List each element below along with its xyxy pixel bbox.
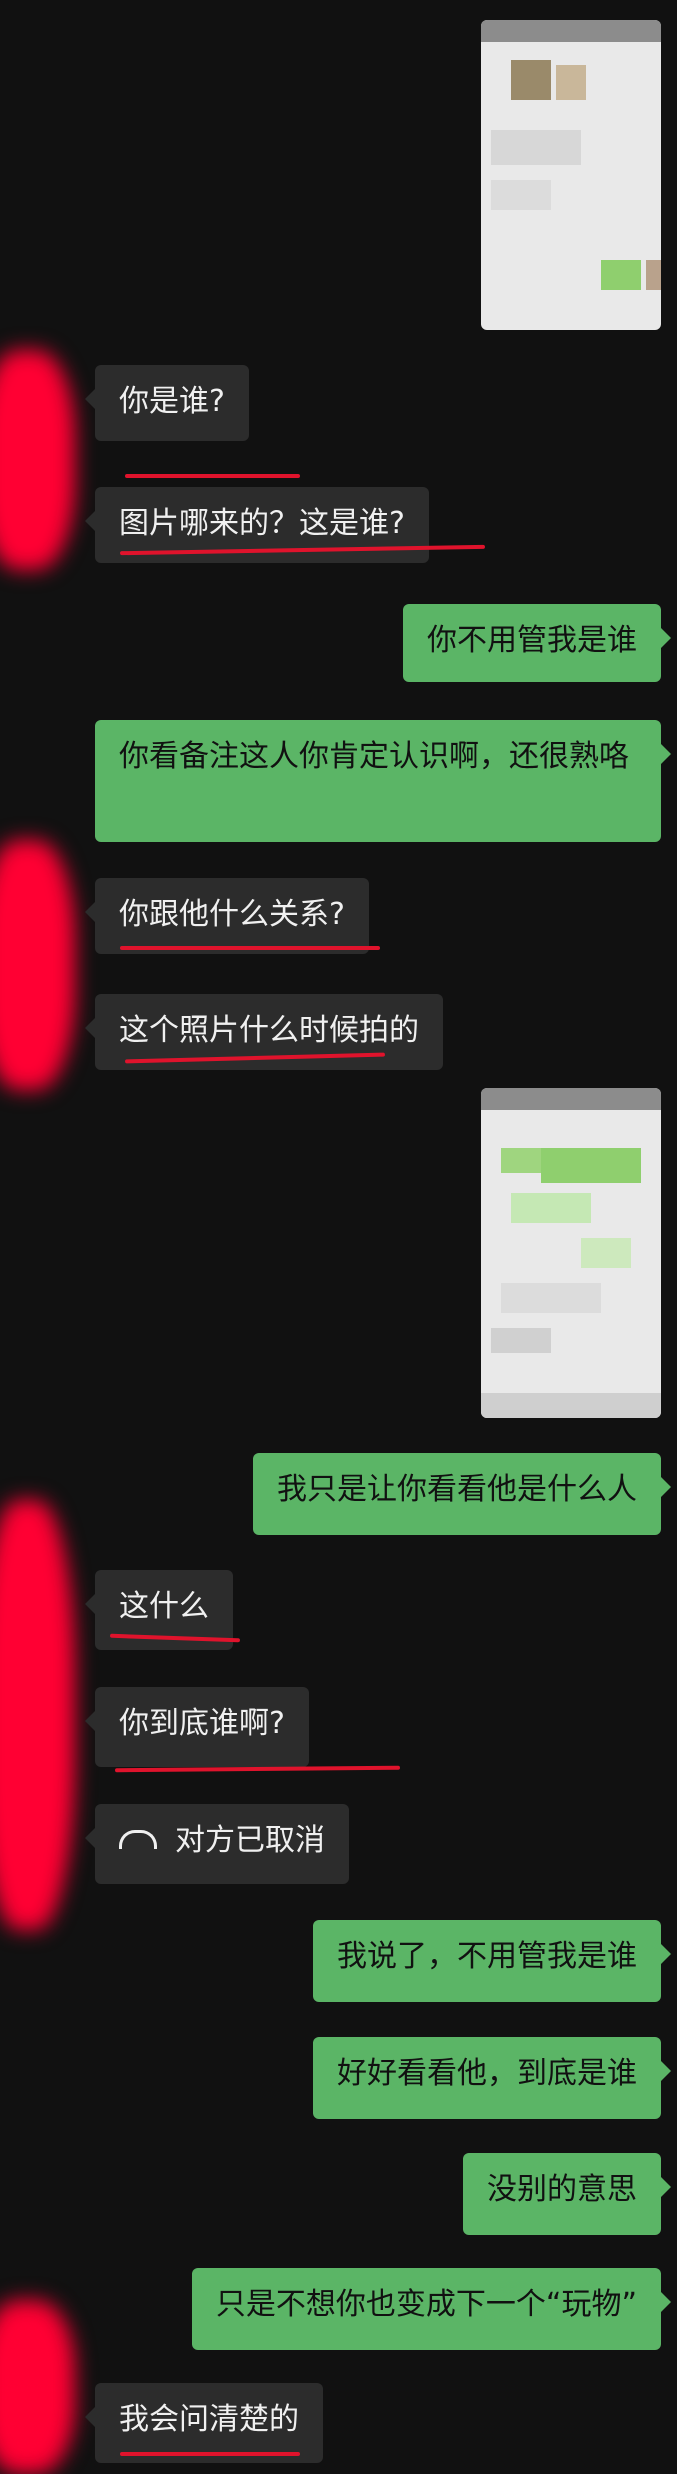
message-bubble[interactable]: 好好看看他，到底是谁	[313, 2037, 671, 2119]
call-record[interactable]: 对方已取消	[85, 1804, 349, 1884]
message-bubble[interactable]: 只是不想你也变成下一个“玩物”	[191, 2268, 672, 2350]
annotation-underline	[125, 474, 300, 478]
message-text: 我会问清楚的	[119, 2402, 299, 2437]
screenshot-image[interactable]	[481, 1088, 661, 1418]
message-bubble[interactable]: 你到底谁啊?	[85, 1687, 309, 1767]
avatar[interactable]	[0, 2300, 75, 2474]
message-bubble[interactable]: 你看备注这人你肯定认识啊，还很熟咯	[95, 720, 671, 842]
message-text: 我只是让你看看他是什么人	[277, 1472, 637, 1507]
annotation-underline	[120, 946, 380, 950]
message-bubble[interactable]: 没别的意思	[463, 2153, 671, 2235]
chat-area: 你是谁? 图片哪来的？这是谁? 你不用管我是谁 你看备注这人你肯定认识啊，还很熟…	[0, 0, 677, 2474]
message-text: 你跟他什么关系?	[119, 897, 345, 932]
message-text: 我说了，不用管我是谁	[337, 1939, 637, 1974]
avatar[interactable]	[0, 840, 75, 1090]
phone-hangup-icon	[119, 1830, 157, 1849]
message-text: 没别的意思	[487, 2172, 637, 2207]
message-text: 你到底谁啊?	[119, 1706, 285, 1741]
message-text: 这个照片什么时候拍的	[119, 1013, 419, 1048]
call-status-text: 对方已取消	[175, 1823, 325, 1858]
message-bubble[interactable]: 你是谁?	[85, 365, 249, 441]
message-bubble[interactable]: 我说了，不用管我是谁	[313, 1920, 671, 2002]
message-text: 这什么	[119, 1589, 209, 1624]
message-bubble[interactable]: 你跟他什么关系?	[85, 878, 369, 954]
annotation-underline	[120, 2452, 300, 2456]
message-text: 只是不想你也变成下一个“玩物”	[215, 2287, 637, 2322]
message-bubble[interactable]: 你不用管我是谁	[403, 604, 671, 682]
avatar[interactable]	[0, 350, 75, 570]
message-text: 好好看看他，到底是谁	[337, 2056, 637, 2091]
message-bubble[interactable]: 我只是让你看看他是什么人	[253, 1453, 671, 1535]
message-text: 你看备注这人你肯定认识啊，还很熟咯	[119, 739, 629, 774]
message-bubble[interactable]: 我会问清楚的	[85, 2383, 323, 2463]
message-text: 图片哪来的？这是谁?	[119, 506, 405, 541]
screenshot-image[interactable]	[481, 20, 661, 330]
avatar[interactable]	[0, 1500, 75, 1930]
message-text: 你是谁?	[119, 384, 225, 419]
message-text: 你不用管我是谁	[427, 623, 637, 658]
